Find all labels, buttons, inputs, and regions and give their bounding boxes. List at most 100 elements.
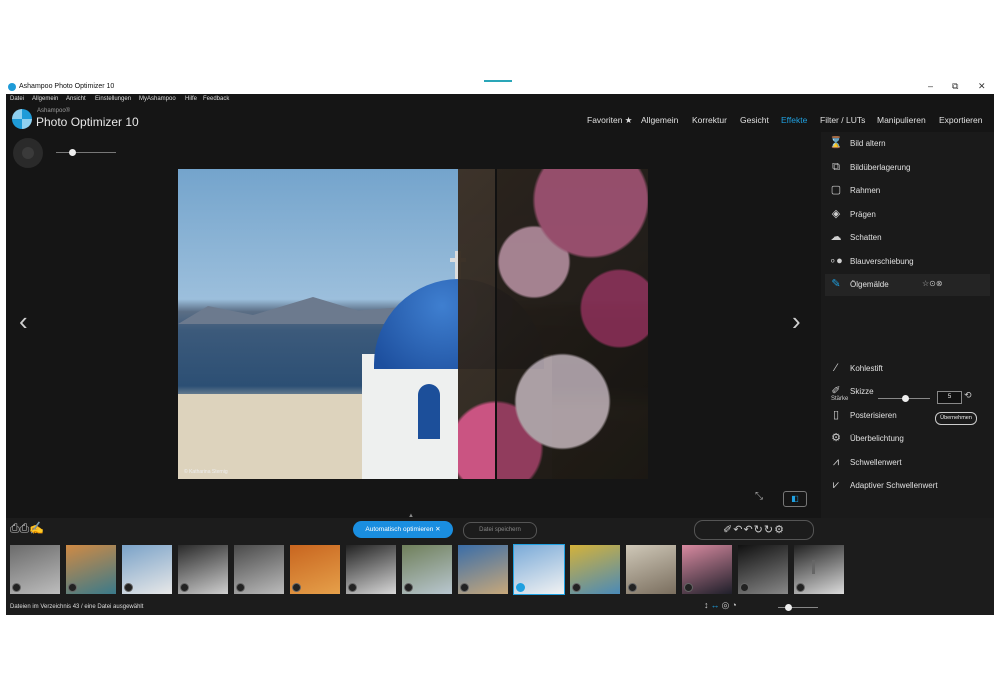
thumbnail-dark-portrait[interactable] bbox=[738, 545, 788, 594]
tab-exportieren[interactable]: Exportieren bbox=[939, 115, 982, 125]
thumbnail-waterfall-town[interactable] bbox=[122, 545, 172, 594]
previous-image-arrow[interactable]: ‹ bbox=[19, 306, 28, 337]
select-checkbox[interactable] bbox=[684, 583, 693, 592]
effect-praegen[interactable]: ◈ Prägen bbox=[825, 204, 990, 226]
zoom-slider-track[interactable] bbox=[56, 152, 116, 153]
thumbnail-santorini[interactable] bbox=[513, 544, 565, 595]
file-actions-icons[interactable]: ⎙⎙✍ bbox=[10, 521, 44, 536]
thumbnail-size-handle[interactable] bbox=[785, 604, 792, 611]
effect-rahmen[interactable]: ▢ Rahmen bbox=[825, 180, 990, 202]
select-checkbox[interactable] bbox=[292, 583, 301, 592]
menu-myashampoo[interactable]: MyAshampoo bbox=[139, 96, 176, 102]
before-after-divider[interactable] bbox=[495, 169, 497, 479]
thumbnail-size-track[interactable] bbox=[778, 607, 818, 608]
pan-navigator[interactable] bbox=[13, 138, 43, 168]
thumbnail-palm-sunset[interactable] bbox=[682, 545, 732, 594]
select-checkbox[interactable] bbox=[68, 583, 77, 592]
effect-oelgemaelde[interactable]: ✎ Ölgemälde ☆⊙⊗ bbox=[825, 274, 990, 296]
edit-tools-group[interactable]: ✐↶↶↻↻⚙ bbox=[694, 520, 814, 540]
reset-icon[interactable]: ⟲ bbox=[964, 390, 972, 401]
select-checkbox[interactable] bbox=[348, 583, 357, 592]
next-image-arrow[interactable]: › bbox=[792, 306, 801, 337]
tab-effekte[interactable]: Effekte bbox=[781, 115, 807, 125]
effect-schatten[interactable]: ☁ Schatten bbox=[825, 227, 990, 249]
display-icons[interactable]: ◎◔ bbox=[722, 600, 739, 610]
effect-kohlestift[interactable]: ⁄ Kohlestift bbox=[825, 358, 990, 380]
photo-preview[interactable]: © Katharina Sternig bbox=[178, 169, 648, 479]
strength-value-field[interactable]: 5 bbox=[937, 391, 962, 404]
select-checkbox[interactable] bbox=[516, 583, 525, 592]
apply-button[interactable]: Übernehmen bbox=[935, 412, 977, 425]
select-checkbox[interactable] bbox=[628, 583, 637, 592]
minimize-button[interactable]: – bbox=[928, 81, 933, 91]
thumbnail-route-66[interactable] bbox=[10, 545, 60, 594]
effect-label: Überbelichtung bbox=[850, 434, 904, 443]
effect-label: Bildüberlagerung bbox=[850, 163, 911, 172]
pan-navigator-center[interactable] bbox=[22, 147, 34, 159]
horizontal-layout-icon[interactable]: ↔ bbox=[711, 600, 722, 610]
adaptive-threshold-icon: ⩗ bbox=[832, 479, 840, 491]
thumbnail-bw-arch[interactable] bbox=[794, 545, 844, 594]
thumbnail-rocks-bw[interactable] bbox=[234, 545, 284, 594]
maximize-button[interactable]: ⧉ bbox=[952, 81, 958, 92]
auto-optimize-button[interactable]: Automatisch optimieren ✕ bbox=[353, 521, 453, 538]
tab-gesicht[interactable]: Gesicht bbox=[740, 115, 769, 125]
thumbnail-horseshoe-bend[interactable] bbox=[66, 545, 116, 594]
title-bar: Ashampoo Photo Optimizer 10 – ⧉ ✕ bbox=[6, 80, 994, 94]
thumbnail-flowers-bw[interactable] bbox=[178, 545, 228, 594]
close-button[interactable]: ✕ bbox=[978, 81, 986, 92]
select-checkbox[interactable] bbox=[12, 583, 21, 592]
compare-view-button[interactable]: ◧ bbox=[783, 491, 807, 507]
menu-einstellungen[interactable]: Einstellungen bbox=[95, 96, 131, 102]
thumbnail-river-road[interactable] bbox=[402, 545, 452, 594]
save-file-button[interactable]: Datei speichern bbox=[463, 522, 537, 539]
effect-label: Rahmen bbox=[850, 186, 881, 195]
threshold-icon: ⩘ bbox=[832, 456, 840, 468]
select-checkbox[interactable] bbox=[796, 583, 805, 592]
select-checkbox[interactable] bbox=[124, 583, 133, 592]
select-checkbox[interactable] bbox=[460, 583, 469, 592]
menu-ansicht[interactable]: Ansicht bbox=[66, 96, 86, 102]
tab-filter-luts[interactable]: Filter / LUTs bbox=[820, 115, 865, 125]
strength-slider-handle[interactable] bbox=[902, 395, 909, 402]
select-checkbox[interactable] bbox=[236, 583, 245, 592]
thumbnail-building-facade[interactable] bbox=[626, 545, 676, 594]
menu-datei[interactable]: Datei bbox=[10, 96, 24, 102]
effect-label: Skizze bbox=[850, 387, 874, 396]
menu-feedback[interactable]: Feedback bbox=[203, 96, 229, 102]
select-checkbox[interactable] bbox=[404, 583, 413, 592]
select-checkbox[interactable] bbox=[572, 583, 581, 592]
select-checkbox[interactable] bbox=[740, 583, 749, 592]
tab-allgemein[interactable]: Allgemein bbox=[641, 115, 678, 125]
tab-favoriten[interactable]: Favoriten ★ bbox=[587, 115, 632, 126]
brand-name: Photo Optimizer 10 bbox=[36, 115, 139, 129]
app-window: Ashampoo Photo Optimizer 10 – ⧉ ✕ Datei … bbox=[6, 80, 994, 615]
menu-hilfe[interactable]: Hilfe bbox=[185, 96, 197, 102]
effect-label: Kohlestift bbox=[850, 364, 883, 373]
effect-label: Schwellenwert bbox=[850, 458, 902, 467]
brand-logo-icon bbox=[12, 109, 32, 129]
effect-bild-altern[interactable]: ⌛ Bild altern bbox=[825, 133, 990, 155]
tab-manipulieren[interactable]: Manipulieren bbox=[877, 115, 926, 125]
select-checkbox[interactable] bbox=[180, 583, 189, 592]
zoom-slider-handle[interactable] bbox=[69, 149, 76, 156]
effect-bildueberlagerung[interactable]: ⧉ Bildüberlagerung bbox=[825, 157, 990, 179]
fit-to-window-icon[interactable]: ⤡ bbox=[755, 491, 763, 502]
thumbnail-old-truck[interactable] bbox=[570, 545, 620, 594]
effect-schwellenwert[interactable]: ⩘ Schwellenwert bbox=[825, 452, 990, 474]
filmstrip-scrollbar[interactable] bbox=[812, 560, 815, 574]
menu-allgemein[interactable]: Allgemein bbox=[32, 96, 58, 102]
brand-vendor: Ashampoo® bbox=[37, 108, 71, 114]
thumbnail-harbor-town[interactable] bbox=[458, 545, 508, 594]
tab-korrektur[interactable]: Korrektur bbox=[692, 115, 727, 125]
effect-favorite-help-reset-icons[interactable]: ☆⊙⊗ bbox=[922, 279, 943, 288]
effect-adaptiver-schwellenwert[interactable]: ⩗ Adaptiver Schwellenwert bbox=[825, 475, 990, 497]
photo-terrace bbox=[178, 394, 378, 479]
view-mode-icons[interactable]: ↕↔◎◔ bbox=[704, 600, 739, 611]
thumbnail-street-carriage[interactable] bbox=[346, 545, 396, 594]
effect-blauverschiebung[interactable]: ∘● Blauverschiebung bbox=[825, 251, 990, 273]
effect-ueberbelichtung[interactable]: ⚙ Überbelichtung bbox=[825, 428, 990, 450]
effect-label: Ölgemälde bbox=[850, 280, 889, 289]
frame-icon: ▢ bbox=[830, 184, 842, 196]
thumbnail-monument-valley[interactable] bbox=[290, 545, 340, 594]
